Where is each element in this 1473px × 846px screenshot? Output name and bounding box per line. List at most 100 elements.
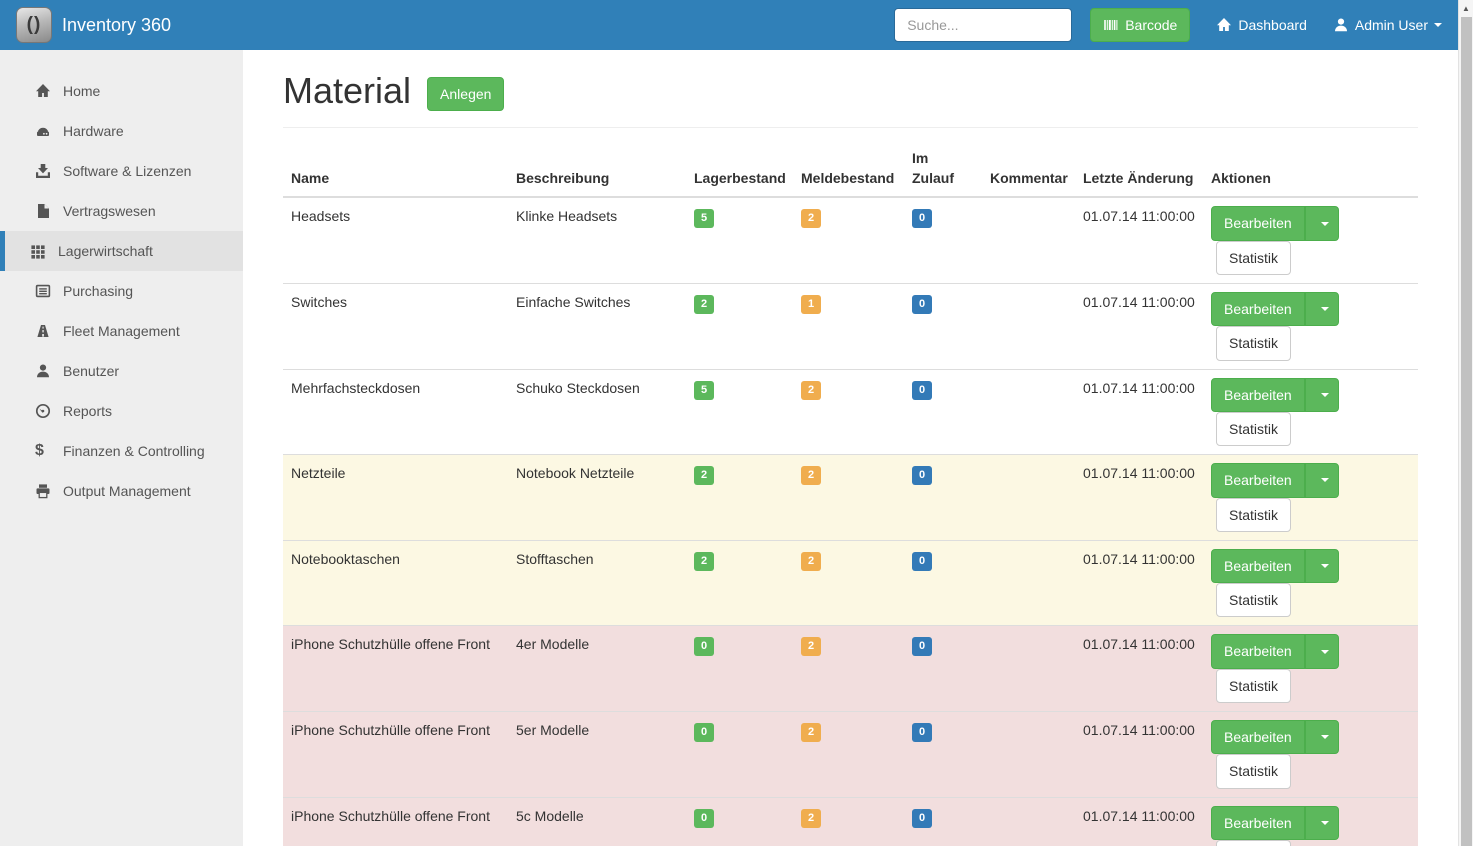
statistik-button[interactable]: Statistik — [1216, 498, 1291, 532]
edit-button[interactable]: Bearbeiten — [1211, 206, 1305, 240]
edit-dropdown-toggle[interactable] — [1305, 720, 1339, 754]
statistik-button[interactable]: Statistik — [1216, 412, 1291, 446]
sidebar-item-label: Purchasing — [63, 283, 133, 299]
inbound-badge: 0 — [912, 209, 932, 228]
sidebar-item-label: Fleet Management — [63, 323, 180, 339]
inbound-cell: 0 — [904, 455, 982, 541]
inbound-badge: 0 — [912, 637, 932, 656]
inbound-cell: 0 — [904, 284, 982, 370]
sidebar-item-finanzen-controlling[interactable]: $ Finanzen & Controlling — [0, 431, 243, 471]
edit-dropdown-toggle[interactable] — [1305, 206, 1339, 240]
home-icon — [35, 83, 51, 99]
updated-cell: 01.07.14 11:00:00 — [1075, 711, 1203, 797]
actions-cell: BearbeitenStatistik — [1203, 797, 1418, 846]
description-cell: Schuko Steckdosen — [508, 369, 686, 455]
edit-dropdown-toggle[interactable] — [1305, 634, 1339, 668]
table-header-row: Name Beschreibung Lagerbestand Meldebest… — [283, 140, 1418, 197]
sidebar-item-purchasing[interactable]: Purchasing — [0, 271, 243, 311]
sidebar-item-lagerwirtschaft[interactable]: Lagerwirtschaft — [0, 231, 243, 271]
description-cell: 4er Modelle — [508, 626, 686, 712]
dashboard-link[interactable]: Dashboard — [1216, 17, 1307, 33]
comment-cell — [982, 284, 1075, 370]
sidebar-item-benutzer[interactable]: Benutzer — [0, 351, 243, 391]
sidebar-item-label: Finanzen & Controlling — [63, 443, 205, 459]
actions-cell: BearbeitenStatistik — [1203, 197, 1418, 283]
sidebar-item-fleet-management[interactable]: Fleet Management — [0, 311, 243, 351]
sidebar-item-software-lizenzen[interactable]: Software & Lizenzen — [0, 151, 243, 191]
updated-cell: 01.07.14 11:00:00 — [1075, 797, 1203, 846]
material-name-cell: Mehrfachsteckdosen — [283, 369, 508, 455]
page-header: Material Anlegen — [283, 70, 1458, 111]
page: () Inventory 360 Barcode Dashboard Admin… — [0, 0, 1473, 846]
threshold-cell: 2 — [793, 626, 904, 712]
caret-down-icon — [1321, 307, 1329, 311]
sidebar-item-vertragswesen[interactable]: Vertragswesen — [0, 191, 243, 231]
barcode-button[interactable]: Barcode — [1090, 8, 1190, 42]
edit-button[interactable]: Bearbeiten — [1211, 292, 1305, 326]
edit-dropdown-toggle[interactable] — [1305, 549, 1339, 583]
dollar-icon: $ — [35, 443, 51, 459]
stock-badge: 2 — [694, 295, 714, 314]
edit-button[interactable]: Bearbeiten — [1211, 463, 1305, 497]
sidebar-item-home[interactable]: Home — [0, 71, 243, 111]
printer-icon — [35, 483, 51, 499]
edit-dropdown-toggle[interactable] — [1305, 806, 1339, 840]
sidebar-item-reports[interactable]: Reports — [0, 391, 243, 431]
create-button[interactable]: Anlegen — [427, 77, 504, 111]
caret-down-icon — [1321, 821, 1329, 825]
edit-dropdown-toggle[interactable] — [1305, 463, 1339, 497]
material-name-cell: Headsets — [283, 197, 508, 283]
edit-dropdown-toggle[interactable] — [1305, 292, 1339, 326]
scrollbar-up-arrow[interactable]: ▲ — [1459, 0, 1473, 16]
sidebar: Home Hardware Software & LizenzenVertragsw… — [0, 50, 243, 846]
updated-cell: 01.07.14 11:00:00 — [1075, 626, 1203, 712]
inbound-cell: 0 — [904, 197, 982, 283]
statistik-button[interactable]: Statistik — [1216, 669, 1291, 703]
edit-button[interactable]: Bearbeiten — [1211, 720, 1305, 754]
actions-cell: BearbeitenStatistik — [1203, 540, 1418, 626]
edit-button[interactable]: Bearbeiten — [1211, 634, 1305, 668]
user-menu[interactable]: Admin User — [1333, 17, 1442, 33]
stock-badge: 0 — [694, 809, 714, 828]
comment-cell — [982, 197, 1075, 283]
stock-badge: 0 — [694, 723, 714, 742]
material-table: Name Beschreibung Lagerbestand Meldebest… — [283, 140, 1418, 846]
threshold-cell: 2 — [793, 455, 904, 541]
sidebar-item-label: Hardware — [63, 123, 124, 139]
inbound-cell: 0 — [904, 797, 982, 846]
caret-down-icon — [1434, 23, 1442, 27]
scrollbar-thumb[interactable] — [1461, 17, 1472, 846]
inbound-cell: 0 — [904, 369, 982, 455]
brand-group[interactable]: () Inventory 360 — [16, 7, 171, 43]
sidebar-item-hardware[interactable]: Hardware — [0, 111, 243, 151]
statistik-button[interactable]: Statistik — [1216, 241, 1291, 275]
barcode-icon — [1103, 17, 1119, 33]
edit-button[interactable]: Bearbeiten — [1211, 549, 1305, 583]
statistik-button[interactable]: Statistik — [1216, 583, 1291, 617]
edit-button[interactable]: Bearbeiten — [1211, 806, 1305, 840]
comment-cell — [982, 797, 1075, 846]
edit-dropdown-toggle[interactable] — [1305, 378, 1339, 412]
statistik-button[interactable]: Statistik — [1216, 754, 1291, 788]
statistik-button[interactable]: Statistik — [1216, 326, 1291, 360]
file-icon — [35, 203, 51, 219]
column-header-threshold: Meldebestand — [793, 140, 904, 197]
comment-cell — [982, 455, 1075, 541]
stock-badge: 5 — [694, 381, 714, 400]
description-cell: Einfache Switches — [508, 284, 686, 370]
table-row: iPhone Schutzhülle offene Front5c Modell… — [283, 797, 1418, 846]
material-name-cell: Switches — [283, 284, 508, 370]
edit-button-group: Bearbeiten — [1211, 549, 1339, 583]
statistik-button[interactable]: Statistik — [1216, 840, 1291, 846]
edit-button[interactable]: Bearbeiten — [1211, 378, 1305, 412]
column-header-description: Beschreibung — [508, 140, 686, 197]
top-navbar: () Inventory 360 Barcode Dashboard Admin… — [0, 0, 1458, 50]
threshold-cell: 2 — [793, 711, 904, 797]
comment-cell — [982, 626, 1075, 712]
updated-cell: 01.07.14 11:00:00 — [1075, 455, 1203, 541]
material-name-cell: iPhone Schutzhülle offene Front — [283, 626, 508, 712]
search-input[interactable] — [894, 8, 1072, 42]
caret-down-icon — [1321, 650, 1329, 654]
sidebar-item-label: Reports — [63, 403, 112, 419]
sidebar-item-output-management[interactable]: Output Management — [0, 471, 243, 511]
